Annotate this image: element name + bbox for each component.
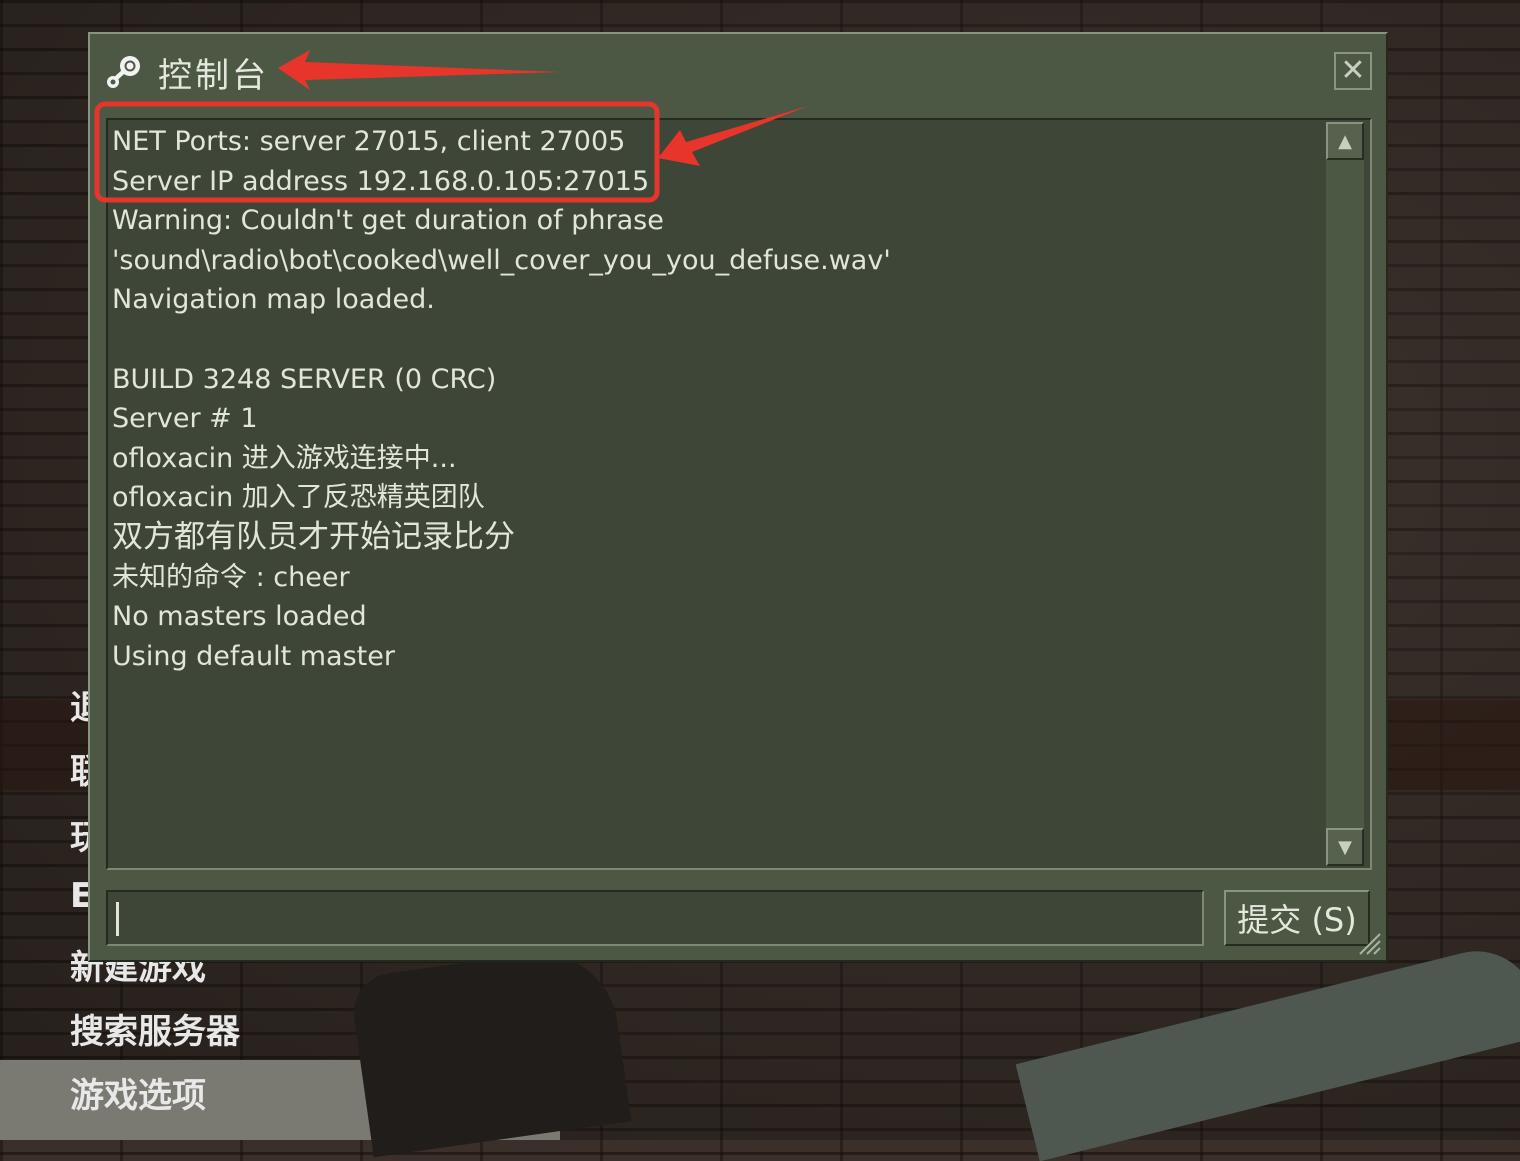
console-output[interactable]: NET Ports: server 27015, client 27005 Se… (106, 118, 1372, 870)
scroll-up-button[interactable]: ▲ (1326, 122, 1364, 160)
background-glove (348, 942, 632, 1158)
log-line: Server # 1 (112, 403, 258, 435)
log-line: Server IP address 192.168.0.105:27015 (112, 165, 650, 197)
log-line: ofloxacin 加入了反恐精英团队 (112, 482, 485, 514)
close-button[interactable]: ✕ (1334, 52, 1372, 90)
log-line: 未知的命令 : cheer (112, 561, 350, 593)
arrow-down-icon: ▼ (1338, 836, 1352, 858)
scrollbar[interactable]: ▲ ▼ (1326, 122, 1364, 866)
log-line: 双方都有队员才开始记录比分 (112, 518, 515, 555)
log-line: Warning: Couldn't get duration of phrase (112, 205, 664, 237)
scroll-down-button[interactable]: ▼ (1326, 828, 1364, 866)
menu-item-find-servers[interactable]: 搜索服务器 (70, 1004, 240, 1053)
resize-grip-icon[interactable] (1354, 928, 1382, 956)
log-line: No masters loaded (112, 601, 367, 633)
close-icon: ✕ (1340, 53, 1366, 88)
submit-button[interactable]: 提交 (S) (1224, 890, 1370, 946)
log-line: Using default master (112, 640, 395, 672)
console-title: 控制台 (158, 55, 269, 96)
log-line: NET Ports: server 27015, client 27005 (112, 126, 626, 157)
console-log: NET Ports: server 27015, client 27005 Se… (112, 122, 1322, 676)
log-line: 'sound\radio\bot\cooked\well_cover_you_y… (112, 244, 891, 276)
command-input[interactable] (106, 890, 1204, 946)
console-window: 控制台 ✕ NET Ports: server 27015, client 27… (88, 32, 1388, 962)
text-caret (116, 902, 119, 936)
console-title-bar[interactable]: 控制台 (104, 48, 269, 96)
menu-item-options[interactable]: 游戏选项 (70, 1068, 206, 1117)
log-line: Navigation map loaded. (112, 284, 435, 316)
steam-icon (107, 56, 140, 88)
log-line: BUILD 3248 SERVER (0 CRC) (112, 363, 497, 395)
log-line: ofloxacin 进入游戏连接中... (112, 442, 457, 474)
arrow-up-icon: ▲ (1338, 130, 1352, 152)
